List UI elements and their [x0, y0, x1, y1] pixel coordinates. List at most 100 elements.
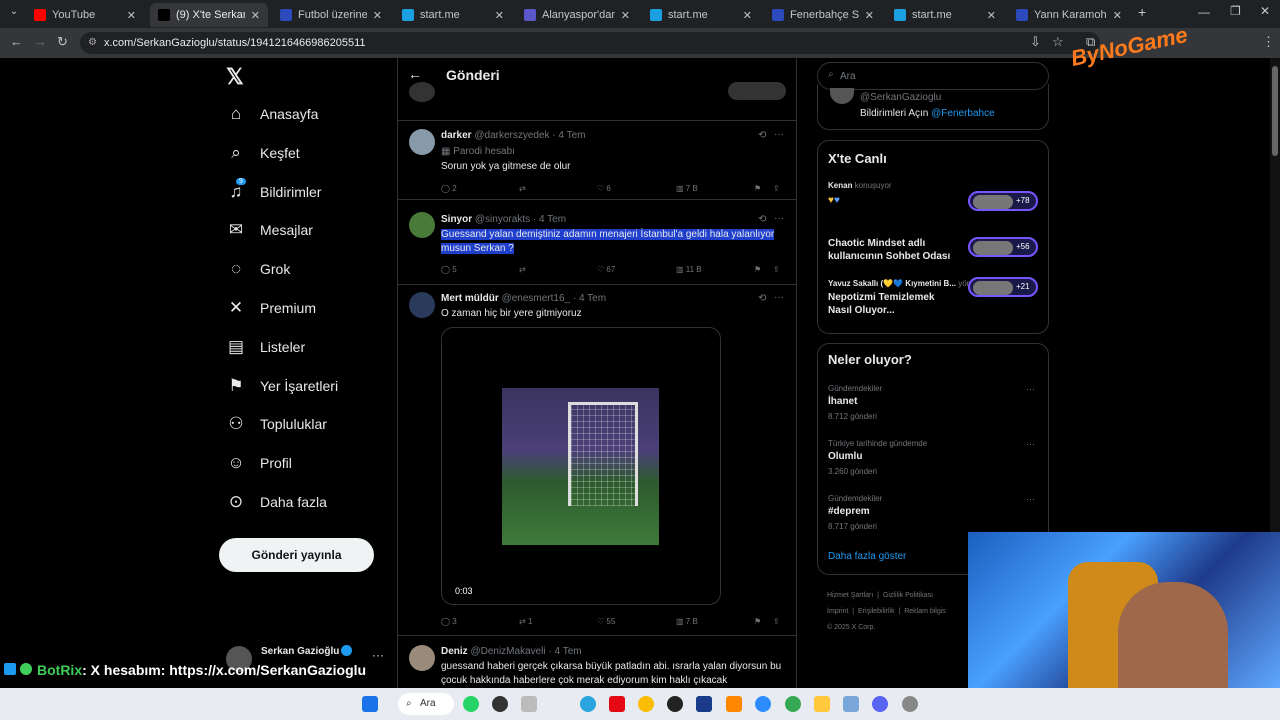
folder-icon[interactable]: [814, 696, 830, 712]
live-listeners-pill[interactable]: +21: [968, 277, 1038, 297]
vlc-icon[interactable]: [726, 696, 742, 712]
video-player[interactable]: 0:03: [441, 327, 721, 605]
taskbar-search[interactable]: ⌕ Ara: [398, 693, 454, 715]
forward-icon[interactable]: →: [34, 34, 47, 49]
bookmark-icon[interactable]: ⚑: [754, 184, 761, 193]
notif-link[interactable]: @Fenerbahce: [931, 108, 995, 119]
chrome-active-icon[interactable]: [785, 696, 801, 712]
author-name[interactable]: Sinyor: [441, 214, 472, 225]
url-field[interactable]: ⚙ x.com/SerkanGazioglu/status/19412164669…: [80, 32, 1100, 54]
share-icon[interactable]: ⇪: [773, 617, 780, 626]
reply-post[interactable]: Mert müldür @enesmert16_ · 4 Tem O zaman…: [398, 286, 796, 636]
close-tab-icon[interactable]: ✕: [1113, 9, 1122, 22]
x-logo-icon[interactable]: 𝕏: [226, 64, 248, 89]
reply-button[interactable]: ◯ 5: [441, 265, 457, 274]
live-space-item[interactable]: Yavuz Sakallı (💛💙 Kıymetini B... yönetiy…: [818, 277, 1048, 327]
views-button[interactable]: ▥ 7 B: [676, 184, 698, 193]
sidebar-item-1[interactable]: ⌕ Keşfet: [226, 143, 299, 163]
sidebar-item-0[interactable]: ⌂ Anasayfa: [226, 104, 319, 124]
reply-post[interactable]: Deniz @DenizMakaveli · 4 Tem guessand ha…: [398, 637, 796, 688]
more-dots-icon[interactable]: ···: [1026, 439, 1035, 449]
trend-item[interactable]: Gündemdekiler İhanet 8.712 gönderi ···: [818, 382, 1048, 430]
browser-tab[interactable]: start.me ✕: [886, 3, 1004, 27]
like-button[interactable]: ♡ 67: [597, 265, 615, 274]
like-button[interactable]: ♡ 6: [597, 184, 611, 193]
sidebar-item-9[interactable]: ☺ Profil: [226, 453, 292, 473]
live-space-item[interactable]: Kenan konuşuyor ♥♥ +78: [818, 179, 1048, 229]
back-icon[interactable]: ←: [10, 34, 23, 49]
reload-icon[interactable]: ↻: [57, 34, 68, 50]
telegram-icon[interactable]: [580, 696, 596, 712]
site-info-icon[interactable]: ⚙: [88, 32, 97, 54]
bookmark-icon[interactable]: ⚑: [754, 617, 761, 626]
back-arrow-icon[interactable]: ←: [408, 66, 422, 82]
grok-icon[interactable]: ⟲: [758, 130, 766, 141]
more-dots-icon[interactable]: ···: [1026, 384, 1035, 394]
reply-post[interactable]: Sinyor @sinyorakts · 4 Tem Guessand yala…: [398, 201, 796, 285]
author-handle[interactable]: @darkerszyedek: [474, 130, 549, 141]
footer-link[interactable]: Reklam bilgis: [904, 608, 946, 615]
browser-tab[interactable]: Futbol üzerine her şe ✕: [272, 3, 390, 27]
retweet-button[interactable]: ⇄: [519, 184, 526, 193]
close-tab-icon[interactable]: ✕: [251, 9, 260, 22]
retweet-button[interactable]: ⇄ 1: [519, 617, 532, 626]
trend-item[interactable]: Türkiye tarihinde gündemde Olumlu 3.260 gö…: [818, 437, 1048, 485]
reply-post[interactable]: darker @darkerszyedek · 4 Tem ▦ Parodi h…: [398, 121, 796, 200]
profile-handle[interactable]: @SerkanGazioglu: [860, 92, 941, 103]
close-tab-icon[interactable]: ✕: [865, 9, 874, 22]
footer-link[interactable]: Hizmet Şartları: [827, 592, 873, 599]
follow-button-fragment[interactable]: [728, 82, 786, 100]
sidebar-item-4[interactable]: ◌ Grok: [226, 259, 290, 279]
footer-link[interactable]: İmprint: [827, 608, 848, 615]
author-handle[interactable]: @enesmert16_: [502, 293, 571, 304]
sidebar-item-10[interactable]: ⊙ Daha fazla: [226, 492, 327, 512]
settings-icon[interactable]: [902, 696, 918, 712]
author-name[interactable]: darker: [441, 130, 472, 141]
browser-tab[interactable]: start.me ✕: [642, 3, 760, 27]
share-icon[interactable]: ⇪: [773, 184, 780, 193]
more-dots-icon[interactable]: ···: [1026, 494, 1035, 504]
tab-list-button[interactable]: ⌄: [6, 6, 22, 22]
zoom-icon[interactable]: [755, 696, 771, 712]
browser-tab[interactable]: YouTube ✕: [26, 3, 144, 27]
more-dots-icon[interactable]: ···: [774, 213, 784, 224]
more-dots-icon[interactable]: ···: [774, 292, 784, 303]
sidebar-item-6[interactable]: ▤ Listeler: [226, 337, 305, 357]
close-tab-icon[interactable]: ✕: [743, 9, 752, 22]
scrollbar-thumb[interactable]: [1272, 66, 1278, 156]
close-tab-icon[interactable]: ✕: [495, 9, 504, 22]
chrome-icon[interactable]: [638, 696, 654, 712]
close-tab-icon[interactable]: ✕: [987, 9, 996, 22]
bookmark-icon[interactable]: ⚑: [754, 265, 761, 274]
bookmark-star-icon[interactable]: ☆: [1052, 34, 1064, 50]
sidebar-item-2[interactable]: ♫ 9 Bildirimler: [226, 177, 321, 202]
post-time[interactable]: · 4 Tem: [548, 646, 581, 657]
views-button[interactable]: ▥ 11 B: [676, 265, 702, 274]
whatsapp-icon[interactable]: [463, 696, 479, 712]
install-icon[interactable]: ⇩: [1030, 34, 1041, 50]
footer-link[interactable]: Gizlilik Politikası: [883, 592, 933, 599]
retweet-button[interactable]: ⇄: [519, 265, 526, 274]
app-icon[interactable]: [843, 696, 859, 712]
close-tab-icon[interactable]: ✕: [621, 9, 630, 22]
post-time[interactable]: · 4 Tem: [552, 130, 585, 141]
maximize-button[interactable]: ❐: [1230, 4, 1241, 18]
browser-tab[interactable]: Yann Karamoh - Oyu ✕: [1008, 3, 1130, 27]
browser-tab[interactable]: Alanyaspor'dan F.Bah ✕: [516, 3, 638, 27]
sidebar-item-8[interactable]: ⚇ Topluluklar: [226, 414, 327, 434]
post-time[interactable]: · 4 Tem: [573, 293, 606, 304]
post-button[interactable]: Gönderi yayınla: [219, 538, 374, 572]
show-more-link[interactable]: Daha fazla göster: [828, 551, 906, 562]
netflix-icon[interactable]: [609, 696, 625, 712]
new-tab-button[interactable]: +: [1138, 4, 1146, 20]
live-listeners-pill[interactable]: +56: [968, 237, 1038, 257]
chatgpt-icon[interactable]: [667, 696, 683, 712]
more-dots-icon[interactable]: ···: [774, 129, 784, 140]
sidebar-item-3[interactable]: ✉ Mesajlar: [226, 220, 313, 240]
like-button[interactable]: ♡ 55: [597, 617, 615, 626]
sidebar-item-5[interactable]: ✕ Premium: [226, 298, 316, 318]
browser-menu-icon[interactable]: ⋮: [1262, 34, 1275, 50]
discord-icon[interactable]: [872, 696, 888, 712]
app-icon[interactable]: [521, 696, 537, 712]
share-icon[interactable]: ⇪: [773, 265, 780, 274]
